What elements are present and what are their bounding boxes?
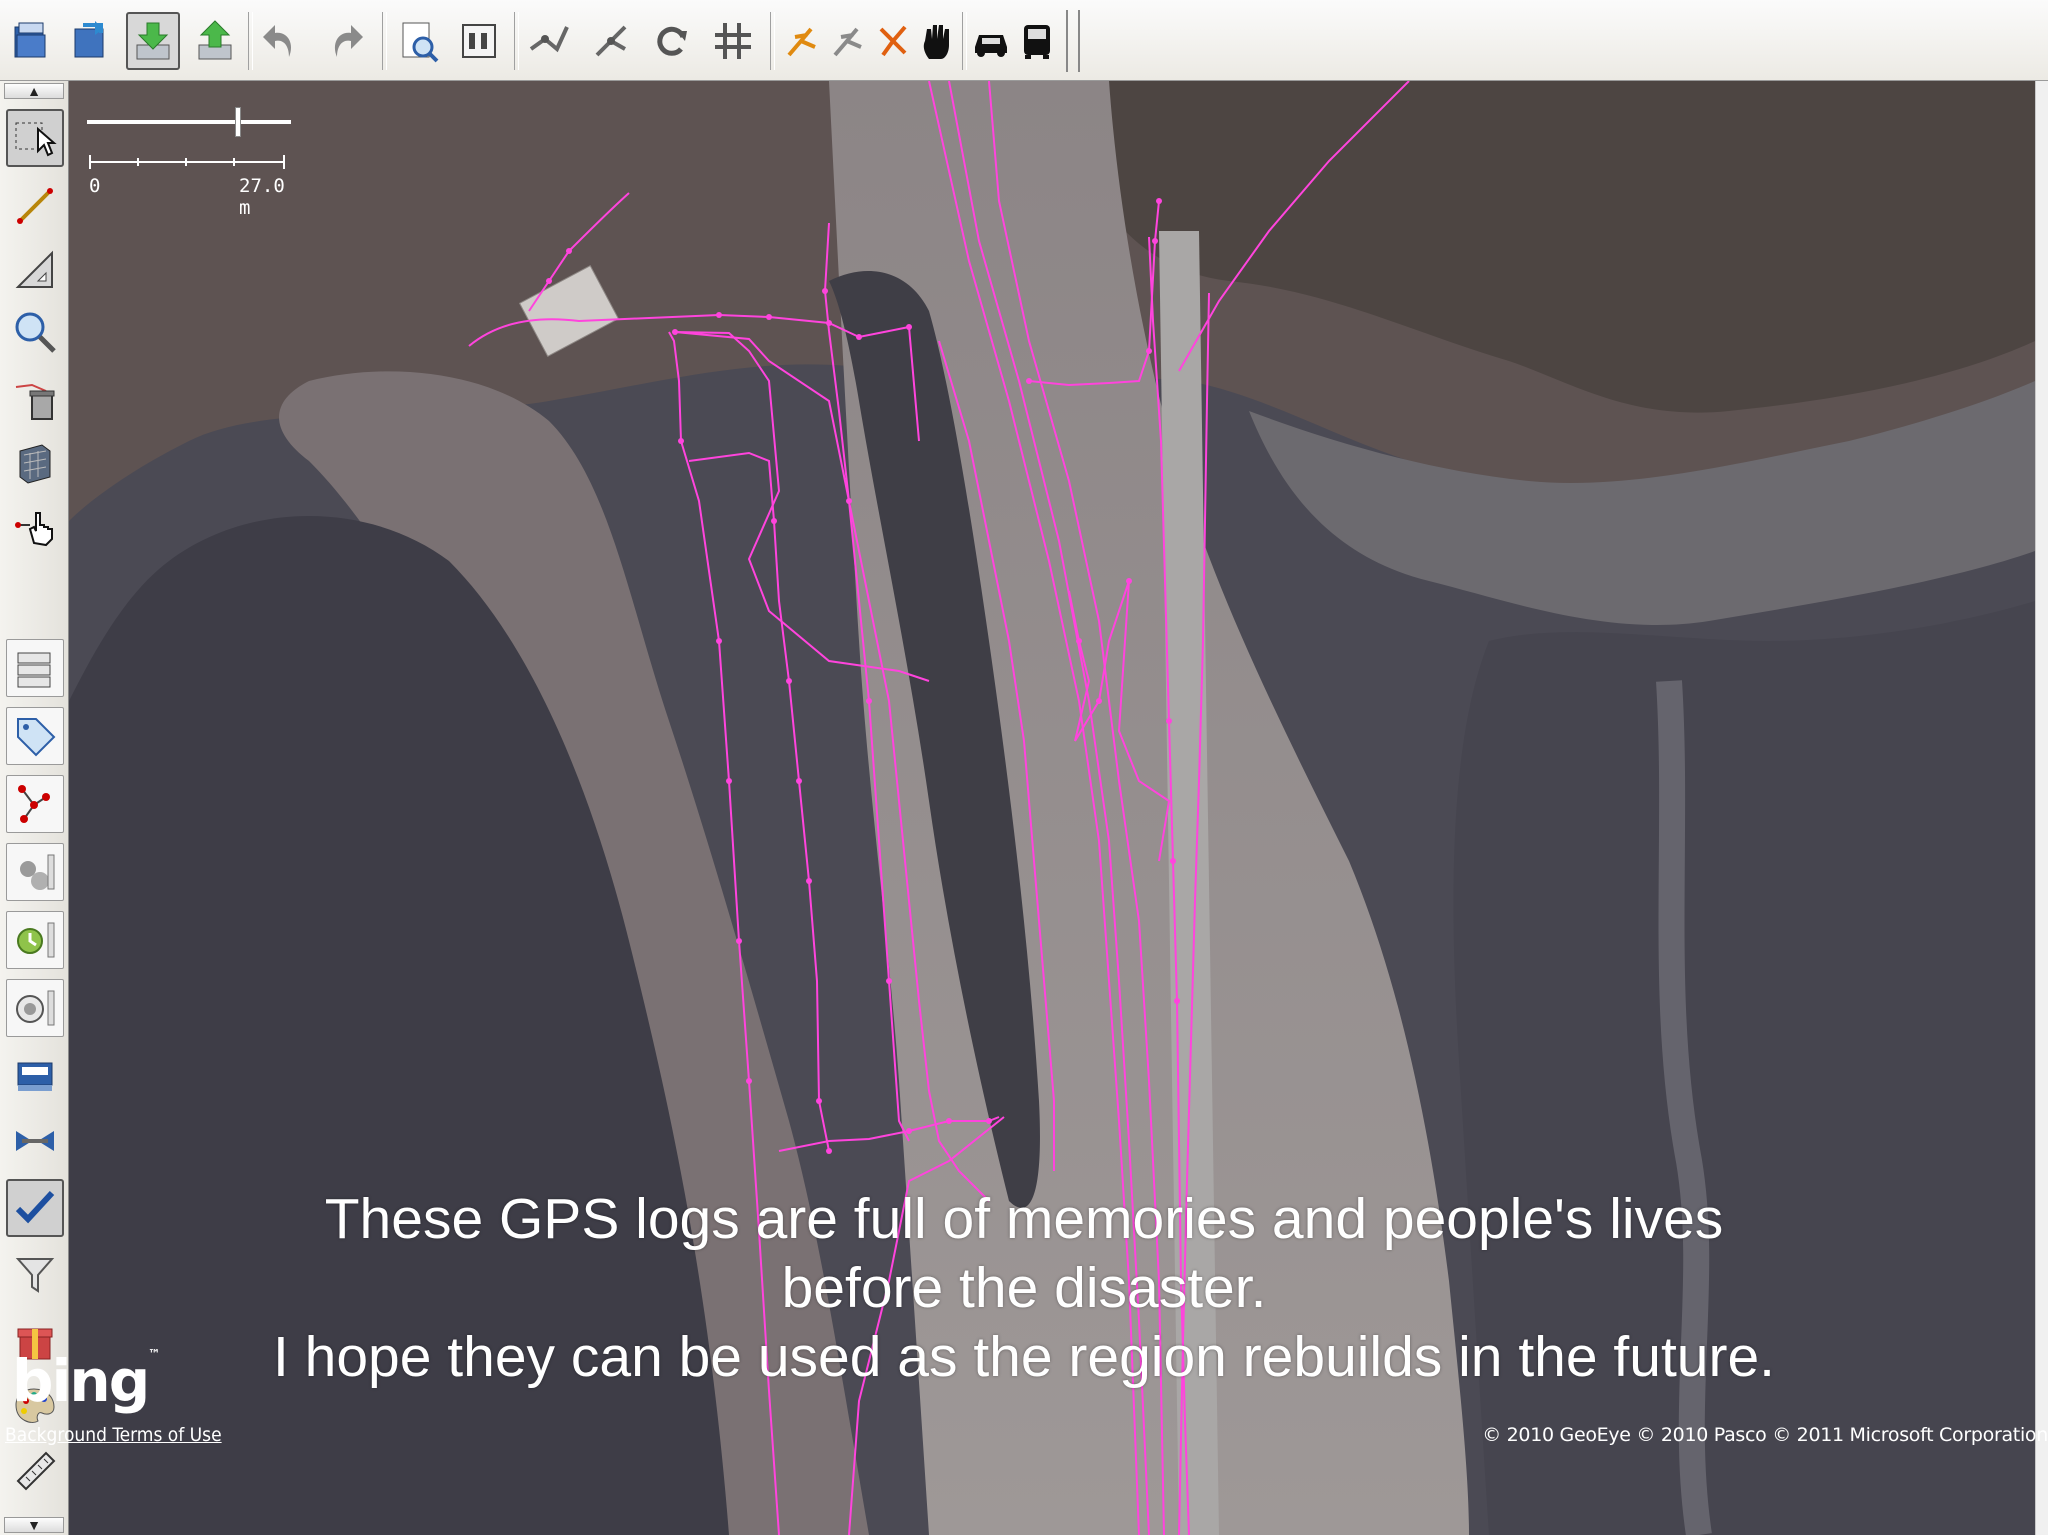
scale-bar-tick — [233, 158, 235, 166]
measure-button[interactable] — [6, 241, 64, 299]
select-tool-button[interactable] — [6, 109, 64, 167]
background-terms-link[interactable]: Background Terms of Use — [5, 1424, 222, 1446]
zoom-tool-button[interactable] — [6, 303, 64, 361]
scale-start-label: 0 — [89, 175, 101, 197]
bing-logo-text: bing — [12, 1347, 150, 1415]
caption-line-1: These GPS logs are full of memories and … — [324, 1187, 1724, 1251]
redo-icon — [334, 25, 363, 57]
selection-list-button[interactable] — [6, 775, 64, 833]
ruler-icon — [16, 1451, 56, 1491]
zoom-slider[interactable] — [87, 107, 291, 137]
walker-icon — [787, 27, 816, 57]
split-way-button[interactable] — [522, 12, 576, 70]
layers-button[interactable] — [6, 639, 64, 697]
undo-button[interactable] — [254, 12, 308, 70]
triangle-ruler-icon — [15, 250, 53, 288]
preferences-button[interactable] — [392, 12, 446, 70]
caption-overlay: These GPS logs are full of memories and … — [0, 1185, 2048, 1392]
globe-open-icon — [74, 21, 104, 58]
trash-can-icon — [15, 383, 55, 420]
history-icon — [17, 922, 55, 958]
layers-icon — [17, 652, 51, 688]
car-icon — [975, 35, 1007, 57]
hand-node-icon — [15, 512, 53, 547]
tags-button[interactable] — [6, 707, 64, 765]
scale-bar-tick — [185, 158, 187, 166]
toolbar-separator — [514, 12, 519, 70]
hiker-icon — [833, 27, 862, 57]
redo-button[interactable] — [318, 12, 372, 70]
reverse-way-icon — [657, 26, 687, 56]
left-toolbar-scroll-up[interactable]: ▲ — [4, 83, 64, 99]
ruler-button[interactable] — [6, 1441, 64, 1499]
merge-button[interactable] — [6, 1113, 64, 1171]
scale-end-label: 27.0 m — [239, 175, 285, 219]
toolbar-separator — [770, 12, 775, 70]
open-file-button[interactable] — [4, 12, 58, 70]
history-button[interactable] — [6, 911, 64, 969]
grid-block-icon — [19, 444, 51, 484]
scale-bar: 0 27.0 m — [89, 151, 289, 219]
combine-way-icon — [595, 25, 627, 57]
merge-arrows-icon — [16, 1131, 54, 1151]
left-toolbar-scroll-down[interactable]: ▼ — [4, 1517, 64, 1533]
conflict-button[interactable] — [6, 979, 64, 1037]
map-paint-button[interactable] — [6, 1047, 64, 1105]
select-pointer-icon — [15, 122, 57, 157]
magnifier-icon — [15, 312, 56, 353]
zoom-slider-track[interactable] — [87, 120, 291, 124]
arrow-down-icon: ▼ — [27, 1517, 41, 1533]
align-nodes-icon — [715, 23, 751, 59]
delete-button[interactable] — [6, 371, 64, 429]
download-button[interactable] — [126, 12, 180, 70]
tag-icon — [17, 718, 56, 757]
draw-line-icon — [17, 188, 53, 224]
align-nodes-button[interactable] — [706, 12, 760, 70]
hand-icon — [923, 25, 949, 59]
imagery-copyright: © 2010 GeoEye © 2010 Pasco © 2011 Micros… — [1482, 1424, 2048, 1446]
tag-preset-button[interactable] — [452, 12, 506, 70]
bing-logo-trademark: ™ — [148, 1347, 161, 1361]
toolbar-separator — [248, 12, 253, 70]
toolbar-grip[interactable] — [1066, 10, 1080, 72]
wireframe-button[interactable] — [6, 433, 64, 491]
upload-button[interactable] — [188, 12, 242, 70]
scale-bar-tick — [283, 155, 285, 169]
scale-bar-line — [89, 161, 285, 163]
open-location-button[interactable] — [62, 12, 116, 70]
upload-icon — [198, 20, 232, 60]
reverse-way-button[interactable] — [644, 12, 698, 70]
scale-bar-tick — [89, 155, 91, 169]
map-stack-icon — [17, 1062, 53, 1091]
toolbar-separator — [382, 12, 387, 70]
split-way-icon — [529, 26, 569, 53]
arrow-up-icon: ▲ — [27, 83, 41, 99]
caption-line-3: I hope they can be used as the region re… — [272, 1325, 1775, 1389]
combine-way-button[interactable] — [584, 12, 638, 70]
draw-nodes-button[interactable] — [6, 177, 64, 235]
hand-tool-button[interactable] — [910, 12, 964, 70]
zoom-slider-thumb[interactable] — [234, 107, 241, 137]
preset-icon — [462, 24, 496, 58]
undo-icon — [263, 25, 292, 57]
document-magnifier-icon — [402, 22, 439, 63]
conflict-icon — [16, 990, 55, 1026]
extrude-tool-button[interactable] — [6, 497, 64, 555]
relations-button[interactable] — [6, 843, 64, 901]
runner-icon — [879, 25, 907, 57]
bus-icon — [1024, 25, 1050, 59]
relation-icon — [20, 854, 55, 890]
node-tree-icon — [18, 785, 50, 823]
bing-logo: bing™ — [12, 1347, 160, 1415]
scale-bar-tick — [137, 158, 139, 166]
folder-icon — [14, 22, 46, 58]
caption-line-2: before the disaster. — [781, 1256, 1267, 1320]
main-toolbar — [0, 0, 2048, 81]
bus-preset-button[interactable] — [1010, 12, 1064, 70]
download-icon — [136, 22, 170, 60]
